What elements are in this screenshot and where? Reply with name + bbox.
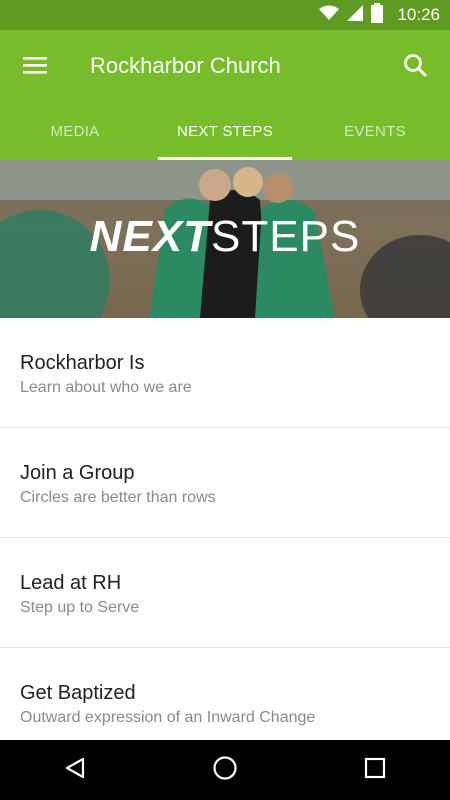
list-item-join-a-group[interactable]: Join a Group Circles are better than row…	[0, 428, 450, 538]
tab-media[interactable]: MEDIA	[0, 102, 150, 160]
hero-title-light: STEPS	[211, 212, 361, 261]
recents-button[interactable]	[345, 740, 405, 800]
search-icon	[403, 53, 427, 82]
recents-icon	[364, 757, 386, 784]
menu-button[interactable]	[14, 46, 56, 88]
next-steps-list: Rockharbor Is Learn about who we are Joi…	[0, 318, 450, 758]
list-item-rockharbor-is[interactable]: Rockharbor Is Learn about who we are	[0, 318, 450, 428]
list-item-lead-at-rh[interactable]: Lead at RH Step up to Serve	[0, 538, 450, 648]
list-item-title: Get Baptized	[20, 682, 136, 704]
list-item-subtitle: Learn about who we are	[20, 379, 192, 396]
list-item-subtitle: Outward expression of an Inward Change	[20, 709, 316, 726]
system-nav-bar	[0, 740, 450, 800]
hamburger-menu-icon	[23, 55, 47, 80]
hero-banner: NEXTSTEPS	[0, 160, 450, 318]
status-time: 10:26	[397, 5, 440, 24]
app-title: Rockharbor Church	[90, 53, 281, 78]
app-bar: Rockharbor Church MEDIA NEXT STEPS EVENT…	[0, 30, 450, 160]
battery-icon	[371, 2, 384, 28]
list-item-title: Lead at RH	[20, 572, 122, 594]
list-item-title: Rockharbor Is	[20, 352, 145, 374]
status-bar: 10:26	[0, 0, 450, 30]
cellular-signal-icon	[347, 4, 364, 26]
status-icons: 10:26	[319, 0, 440, 30]
home-button[interactable]	[195, 740, 255, 800]
back-icon	[63, 756, 87, 785]
list-item-subtitle: Circles are better than rows	[20, 489, 216, 506]
tab-bar: MEDIA NEXT STEPS EVENTS	[0, 102, 450, 160]
tab-events[interactable]: EVENTS	[300, 102, 450, 160]
wifi-icon	[319, 5, 340, 26]
hero-title: NEXTSTEPS	[0, 212, 450, 262]
search-button[interactable]	[394, 46, 436, 88]
list-item-subtitle: Step up to Serve	[20, 599, 140, 616]
tab-next-steps[interactable]: NEXT STEPS	[150, 102, 300, 160]
back-button[interactable]	[45, 740, 105, 800]
hero-title-bold: NEXT	[89, 212, 212, 261]
list-item-title: Join a Group	[20, 462, 135, 484]
home-icon	[212, 755, 238, 786]
